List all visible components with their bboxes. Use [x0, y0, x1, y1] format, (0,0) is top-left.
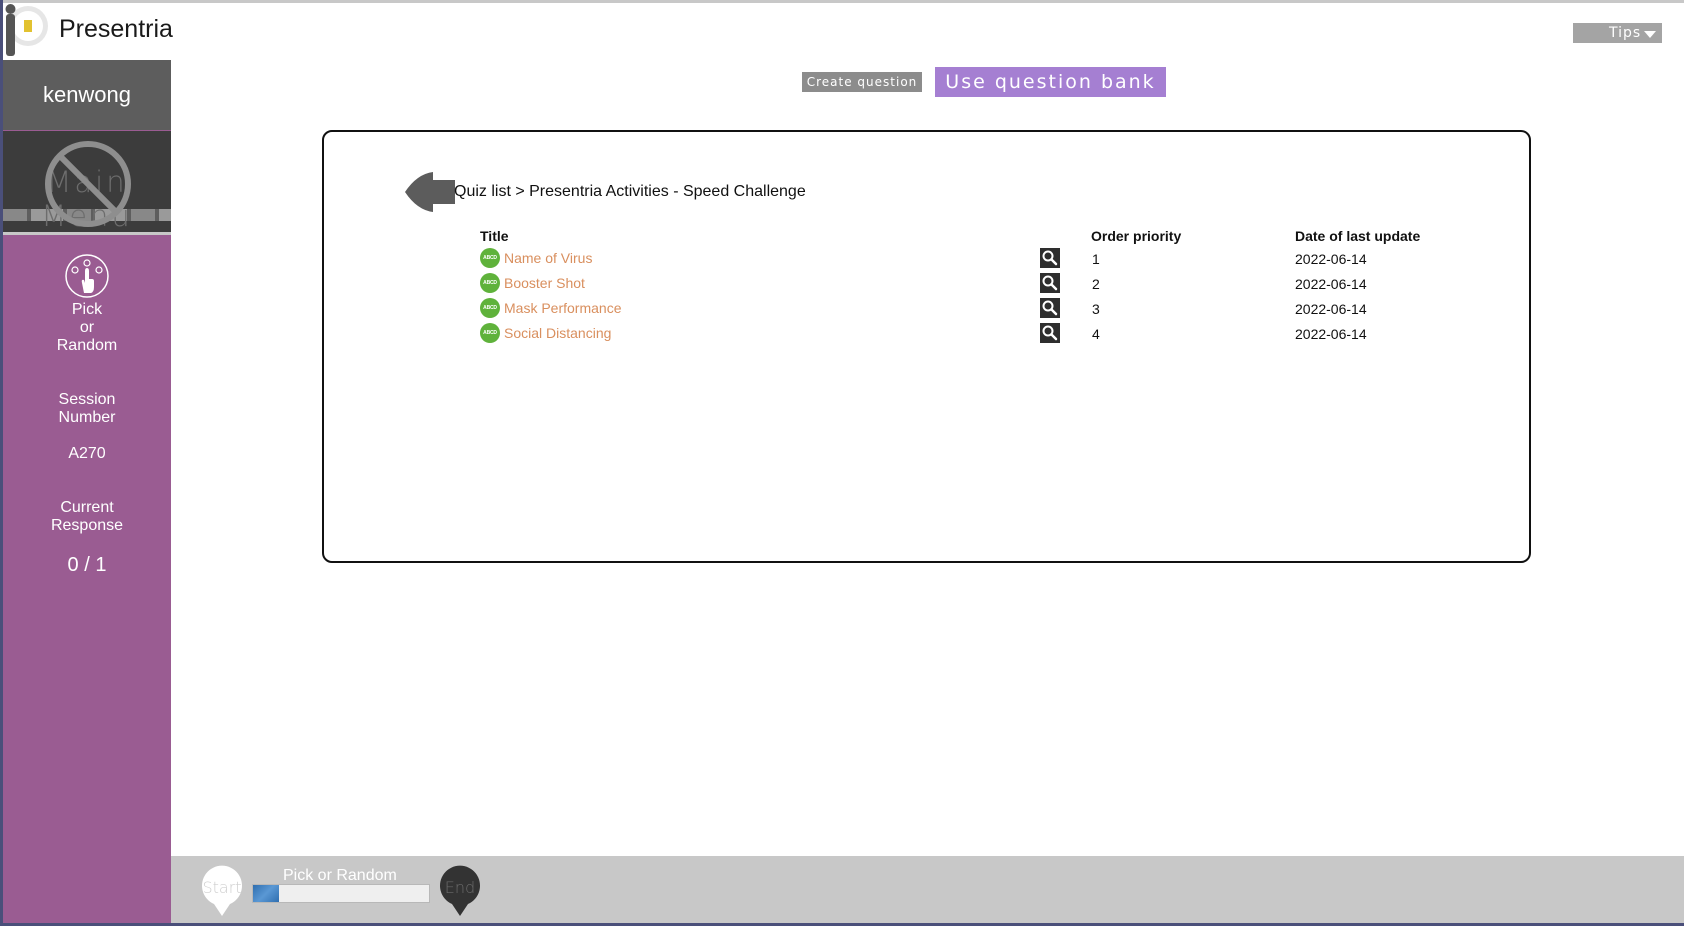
pick-random-label: Pick or Random — [3, 301, 171, 355]
pick-random-line-2: or — [79, 319, 95, 336]
session-label-line-1: Session — [58, 391, 116, 408]
abcd-choice-icon: ABCD — [480, 323, 500, 343]
column-header-title: Title — [480, 228, 509, 244]
use-question-bank-button[interactable]: Use question bank — [935, 67, 1166, 97]
table-row: ABCD Social Distancing 4 2022-06-14 — [480, 323, 1480, 345]
username: kenwong — [3, 60, 171, 130]
question-title-link[interactable]: Name of Virus — [504, 250, 592, 266]
current-response-line-1: Current — [60, 499, 114, 516]
pick-random-line-3: Random — [56, 337, 118, 354]
abcd-choice-icon: ABCD — [480, 298, 500, 318]
question-title-link[interactable]: Booster Shot — [504, 275, 585, 291]
current-response-value: 0 / 1 — [67, 554, 107, 576]
tips-dropdown[interactable]: Tips — [1573, 23, 1662, 43]
pick-random-line-1: Pick — [71, 301, 103, 318]
magnifier-icon[interactable] — [1040, 323, 1060, 343]
tips-label: Tips — [1609, 25, 1642, 41]
breadcrumb: Quiz list > Presentria Activities - Spee… — [454, 183, 806, 200]
current-response-label: Current Response — [3, 499, 171, 535]
table-row: ABCD Name of Virus 1 2022-06-14 — [480, 248, 1480, 270]
abcd-choice-icon: ABCD — [480, 273, 500, 293]
order-priority-cell: 3 — [1092, 301, 1100, 317]
last-update-cell: 2022-06-14 — [1295, 276, 1367, 292]
magnifier-icon[interactable] — [1040, 273, 1060, 293]
magnifier-icon[interactable] — [1040, 248, 1060, 268]
username-label: kenwong — [42, 82, 132, 107]
progress-label: Pick or Random — [283, 867, 397, 884]
progress-fill — [253, 885, 280, 902]
session-number-value: A270 — [68, 445, 106, 462]
session-number-label: Session Number — [3, 391, 171, 427]
question-title-link[interactable]: Mask Performance — [504, 300, 621, 316]
table-row: ABCD Mask Performance 3 2022-06-14 — [480, 298, 1480, 320]
magnifier-icon[interactable] — [1040, 298, 1060, 318]
start-button[interactable]: Start — [200, 864, 244, 918]
table-row: ABCD Booster Shot 2 2022-06-14 — [480, 273, 1480, 295]
back-arrow-icon[interactable] — [403, 170, 455, 214]
progress-bar — [252, 884, 430, 903]
start-label: Start — [202, 878, 242, 897]
create-question-button[interactable]: Create question — [802, 72, 922, 92]
last-update-cell: 2022-06-14 — [1295, 326, 1367, 342]
main-menu-underline — [3, 232, 171, 235]
main-menu-button[interactable]: Main Menu — [3, 131, 171, 234]
window-top-border — [0, 0, 1684, 3]
sidebar: kenwong Main Menu Pick or Random Session… — [3, 60, 171, 923]
last-update-cell: 2022-06-14 — [1295, 301, 1367, 317]
pick-random-hand-icon[interactable] — [64, 253, 110, 299]
app-name: Presentria — [59, 15, 173, 43]
disabled-icon — [45, 141, 131, 227]
order-priority-cell: 2 — [1092, 276, 1100, 292]
column-header-date: Date of last update — [1295, 228, 1421, 244]
end-button[interactable]: End — [438, 864, 482, 918]
order-priority-cell: 4 — [1092, 326, 1100, 342]
question-title-link[interactable]: Social Distancing — [504, 325, 611, 341]
chevron-down-icon — [1644, 31, 1656, 38]
session-label-line-2: Number — [58, 409, 116, 426]
order-priority-cell: 1 — [1092, 251, 1100, 267]
abcd-choice-icon: ABCD — [480, 248, 500, 268]
end-label: End — [444, 878, 476, 897]
presentria-logo-icon — [5, 4, 48, 56]
current-response-line-2: Response — [50, 517, 124, 534]
last-update-cell: 2022-06-14 — [1295, 251, 1367, 267]
column-header-order-priority: Order priority — [1091, 228, 1182, 244]
